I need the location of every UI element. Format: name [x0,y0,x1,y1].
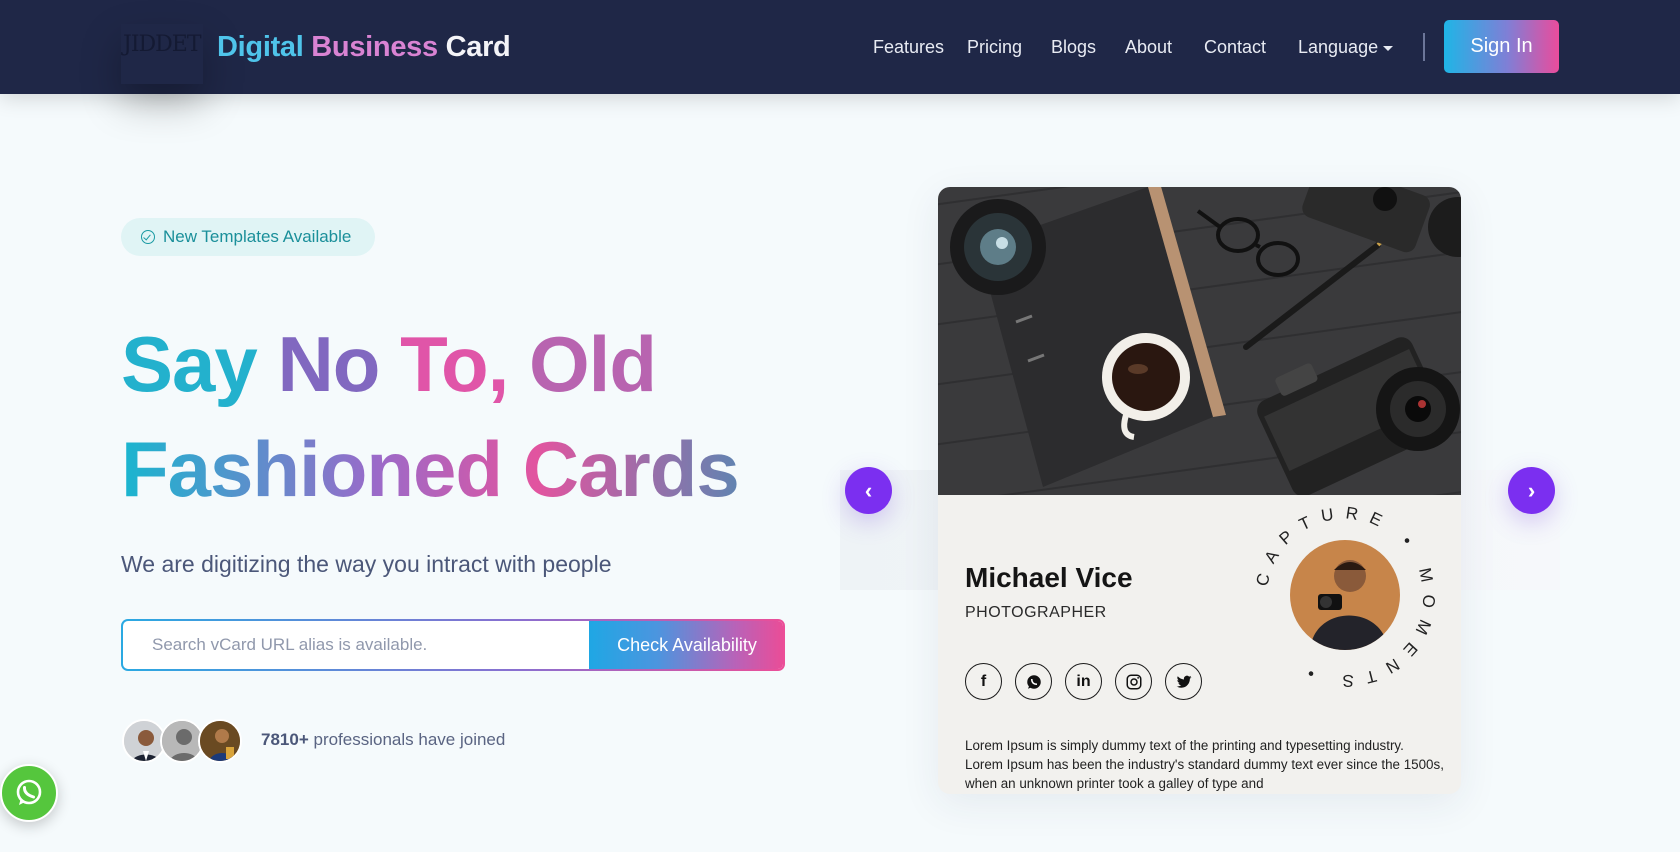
carousel-next-button[interactable]: › [1508,467,1555,514]
instagram-icon[interactable] [1115,663,1152,700]
brand-word-digital: Digital [217,31,304,63]
nav-link-blogs[interactable]: Blogs [1051,36,1096,58]
nav-link-contact[interactable]: Contact [1204,36,1266,58]
brand-word-card: Card [445,31,511,63]
brand-title[interactable]: Digital Business Card [217,28,511,66]
new-templates-badge: New Templates Available [121,218,375,256]
language-label: Language [1298,37,1379,57]
chevron-right-icon: › [1527,477,1536,503]
brand-word-business: Business [311,31,438,63]
check-circle-icon [141,230,155,244]
carousel-prev-button[interactable]: ‹ [845,467,892,514]
joined-label: professionals have joined [313,730,506,749]
nav-link-pricing[interactable]: Pricing [967,36,1022,58]
vcard-search-form: Check Availability [121,619,785,671]
vcard-name: Michael Vice [965,562,1133,593]
profile-photo [1290,540,1400,650]
linkedin-icon[interactable]: in [1065,663,1102,700]
joined-avatars [122,719,242,763]
hero-subtitle: We are digitizing the way you intract wi… [121,551,612,577]
avatar [198,719,242,763]
navbar: JIDDET Digital Business Card Features Pr… [0,0,1680,94]
whatsapp-icon[interactable] [1015,663,1052,700]
joined-count: 7810+ [261,730,309,749]
search-inner: Check Availability [123,621,783,669]
vcard-alias-search-input[interactable] [123,621,591,669]
hero-title-line-2: Fashioned Cards [121,417,761,522]
joined-text: 7810+ professionals have joined [261,730,505,750]
nav-divider [1423,33,1425,61]
facebook-icon[interactable]: f [965,663,1002,700]
hero-title: Say No To, Old Fashioned Cards [121,312,761,522]
vcard-description: Lorem Ipsum is simply dummy text of the … [965,738,1444,791]
vcard-preview: Michael Vice PHOTOGRAPHER f in CAPTURE •… [938,187,1461,794]
check-availability-button[interactable]: Check Availability [589,621,783,669]
hero-word: Old [528,320,657,408]
vcard-role: PHOTOGRAPHER [965,604,1107,621]
whatsapp-icon [16,779,42,805]
twitter-icon[interactable] [1165,663,1202,700]
chevron-left-icon: ‹ [864,477,873,503]
nav-link-about[interactable]: About [1125,36,1172,58]
hero-word: Say [121,320,258,408]
caret-down-icon [1383,45,1394,51]
sign-in-button[interactable]: Sign In [1444,20,1559,73]
site-logo[interactable]: JIDDET [123,32,203,57]
whatsapp-chat-button[interactable] [0,764,58,822]
cover-photo [938,187,1461,495]
hero-title-line-1: Say No To, Old [121,312,761,417]
language-dropdown[interactable]: Language [1298,36,1394,58]
hero-word: To, [400,320,509,408]
hero-word: No [277,320,380,408]
nav-link-features[interactable]: Features [873,36,944,58]
badge-label: New Templates Available [163,227,352,246]
